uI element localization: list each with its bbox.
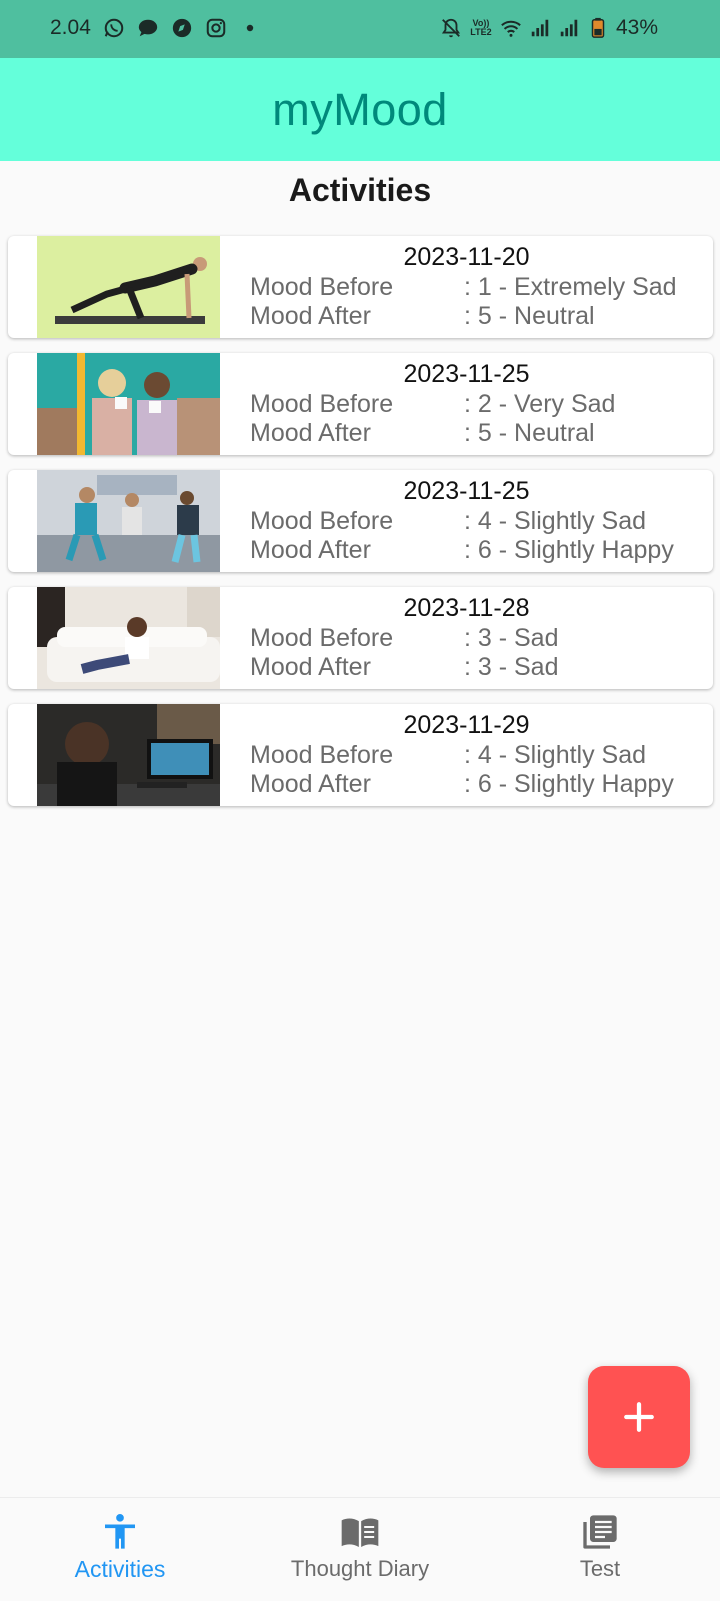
instagram-icon bbox=[205, 17, 227, 39]
mood-before-label: Mood Before bbox=[250, 507, 394, 535]
mood-after-label: Mood After bbox=[250, 536, 371, 564]
network-type-label: Vo)) LTE2 bbox=[470, 18, 492, 37]
activity-card[interactable]: 2023-11-25 Mood Before : 2 - Very Sad Mo… bbox=[8, 353, 713, 455]
signal-icon bbox=[529, 17, 551, 39]
nav-item-activities[interactable]: Activities bbox=[0, 1498, 240, 1601]
bell-off-icon bbox=[440, 17, 462, 39]
woman-on-sofa-photo bbox=[37, 587, 220, 689]
activity-date: 2023-11-28 bbox=[403, 594, 530, 622]
activity-date: 2023-11-25 bbox=[403, 477, 530, 505]
mood-after-value: : 3 - Sad bbox=[464, 653, 559, 681]
activity-date: 2023-11-29 bbox=[403, 711, 530, 739]
mood-after-value: : 6 - Slightly Happy bbox=[464, 536, 674, 564]
mood-before-label: Mood Before bbox=[250, 624, 394, 652]
mood-after-label: Mood After bbox=[250, 419, 371, 447]
activity-list: 2023-11-20 Mood Before : 1 - Extremely S… bbox=[8, 236, 713, 821]
mood-before-value: : 4 - Slightly Sad bbox=[464, 507, 647, 535]
mood-before-value: : 1 - Extremely Sad bbox=[464, 273, 677, 301]
activity-date: 2023-11-25 bbox=[403, 360, 530, 388]
mood-before-value: : 2 - Very Sad bbox=[464, 390, 616, 418]
gamer-at-computer-photo bbox=[37, 704, 220, 806]
mood-after-label: Mood After bbox=[250, 302, 371, 330]
dot-icon bbox=[239, 17, 261, 39]
library-books-icon bbox=[583, 1515, 617, 1549]
page-title: Activities bbox=[288, 172, 432, 208]
status-bar: 2.04 Vo)) LTE2 43% bbox=[0, 0, 720, 58]
battery-icon bbox=[587, 17, 609, 39]
nav-item-test[interactable]: Test bbox=[480, 1498, 720, 1601]
plus-icon bbox=[624, 1402, 654, 1432]
status-left: 2.04 bbox=[50, 16, 261, 40]
add-activity-button[interactable] bbox=[588, 1366, 690, 1468]
accessibility-icon bbox=[105, 1514, 135, 1549]
mood-before-label: Mood Before bbox=[250, 390, 394, 418]
activity-card[interactable]: 2023-11-20 Mood Before : 1 - Extremely S… bbox=[8, 236, 713, 338]
status-time: 2.04 bbox=[50, 16, 91, 39]
mood-before-label: Mood Before bbox=[250, 273, 394, 301]
battery-percent: 43% bbox=[615, 16, 658, 39]
app-title: myMood bbox=[272, 83, 448, 135]
nav-label: Thought Diary bbox=[290, 1556, 430, 1581]
people-dancing-photo bbox=[37, 470, 220, 572]
two-women-drinking-tea-photo bbox=[37, 353, 220, 455]
mood-after-value: : 5 - Neutral bbox=[464, 302, 595, 330]
mood-before-value: : 3 - Sad bbox=[464, 624, 559, 652]
mood-after-label: Mood After bbox=[250, 653, 371, 681]
wifi-icon bbox=[500, 17, 522, 39]
status-right: Vo)) LTE2 43% bbox=[440, 16, 658, 40]
mood-after-value: : 6 - Slightly Happy bbox=[464, 770, 674, 798]
book-icon bbox=[341, 1518, 379, 1547]
app-bar: myMood bbox=[0, 58, 720, 161]
signal-icon bbox=[558, 17, 580, 39]
mood-before-label: Mood Before bbox=[250, 741, 394, 769]
nav-label: Activities bbox=[74, 1556, 166, 1582]
message-icon bbox=[137, 17, 159, 39]
exercise-stretch-photo bbox=[37, 236, 220, 338]
activity-card[interactable]: 2023-11-28 Mood Before : 3 - Sad Mood Af… bbox=[8, 587, 713, 689]
bottom-nav: Activities Thought Diary Test bbox=[0, 1497, 720, 1601]
activity-card[interactable]: 2023-11-25 Mood Before : 4 - Slightly Sa… bbox=[8, 470, 713, 572]
whatsapp-icon bbox=[103, 17, 125, 39]
nav-item-thought-diary[interactable]: Thought Diary bbox=[240, 1498, 480, 1601]
nav-label: Test bbox=[579, 1556, 621, 1581]
activity-date: 2023-11-20 bbox=[403, 243, 530, 271]
activity-card[interactable]: 2023-11-29 Mood Before : 4 - Slightly Sa… bbox=[8, 704, 713, 806]
mood-before-value: : 4 - Slightly Sad bbox=[464, 741, 647, 769]
mood-after-value: : 5 - Neutral bbox=[464, 419, 595, 447]
compass-icon bbox=[171, 17, 193, 39]
mood-after-label: Mood After bbox=[250, 770, 371, 798]
